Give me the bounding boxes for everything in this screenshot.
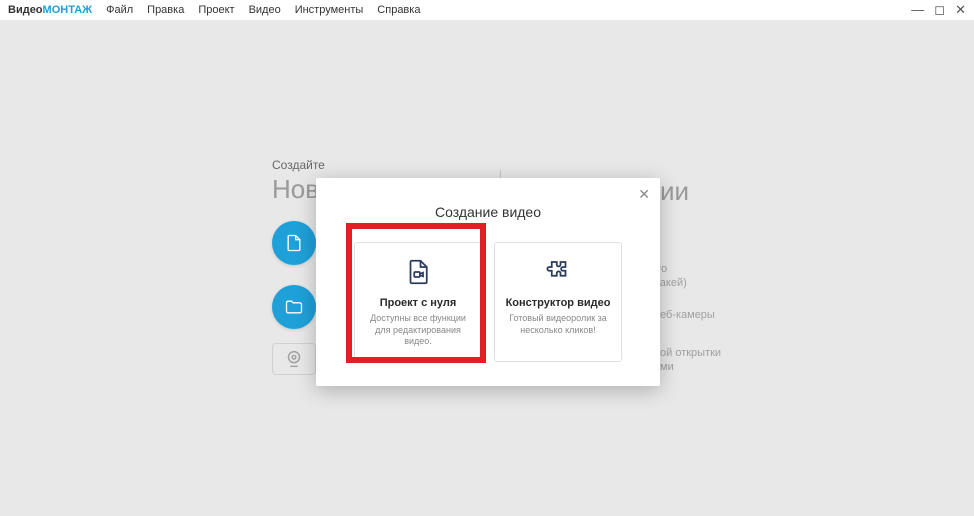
dialog-title: Создание видео bbox=[316, 178, 660, 220]
card2-title: Конструктор видео bbox=[506, 297, 611, 309]
menu-tools[interactable]: Инструменты bbox=[295, 4, 364, 16]
menubar: ВидеоМОНТАЖ Файл Правка Проект Видео Инс… bbox=[0, 0, 974, 20]
app-logo: ВидеоМОНТАЖ bbox=[8, 4, 92, 16]
card-project-from-scratch[interactable]: Проект с нуля Доступны все функции для р… bbox=[354, 242, 482, 362]
minimize-button[interactable]: — bbox=[911, 2, 924, 18]
open-folder-button[interactable] bbox=[272, 285, 316, 329]
video-file-icon bbox=[403, 257, 433, 287]
card1-title: Проект с нуля bbox=[380, 297, 457, 309]
menu-video[interactable]: Видео bbox=[249, 4, 281, 16]
window-controls: — ◻ ✕ bbox=[911, 2, 966, 18]
file-plus-icon bbox=[284, 233, 304, 253]
menu-edit[interactable]: Правка bbox=[147, 4, 184, 16]
bg-peek-2: еб-камеры bbox=[660, 308, 715, 322]
menu-help[interactable]: Справка bbox=[377, 4, 420, 16]
card1-desc: Доступны все функции для редактирования … bbox=[363, 313, 473, 348]
bg-heading-right: ии bbox=[660, 176, 689, 207]
maximize-button[interactable]: ◻ bbox=[934, 2, 945, 18]
dialog-cards: Проект с нуля Доступны все функции для р… bbox=[316, 242, 660, 362]
logo-part2: МОНТАЖ bbox=[43, 4, 93, 16]
close-button[interactable]: ✕ bbox=[955, 2, 966, 18]
card-video-constructor[interactable]: Конструктор видео Готовый видеоролик за … bbox=[494, 242, 622, 362]
dialog-close-button[interactable]: ✕ bbox=[638, 186, 650, 203]
logo-part1: Видео bbox=[8, 4, 43, 16]
puzzle-icon bbox=[543, 257, 573, 287]
folder-icon bbox=[284, 297, 304, 317]
webcam-button[interactable] bbox=[272, 343, 316, 375]
bg-peek-3: ой открытки ми bbox=[660, 346, 721, 375]
main-canvas: Создайте Новы ии тного ромакей) еб-камер… bbox=[0, 20, 974, 516]
menu-project[interactable]: Проект bbox=[198, 4, 234, 16]
new-file-button[interactable] bbox=[272, 221, 316, 265]
menu-file[interactable]: Файл bbox=[106, 4, 133, 16]
bg-create-label: Создайте bbox=[272, 158, 338, 172]
webcam-icon bbox=[283, 348, 305, 370]
card2-desc: Готовый видеоролик за несколько кликов! bbox=[503, 313, 613, 336]
create-video-dialog: ✕ Создание видео Проект с нуля Доступны … bbox=[316, 178, 660, 386]
